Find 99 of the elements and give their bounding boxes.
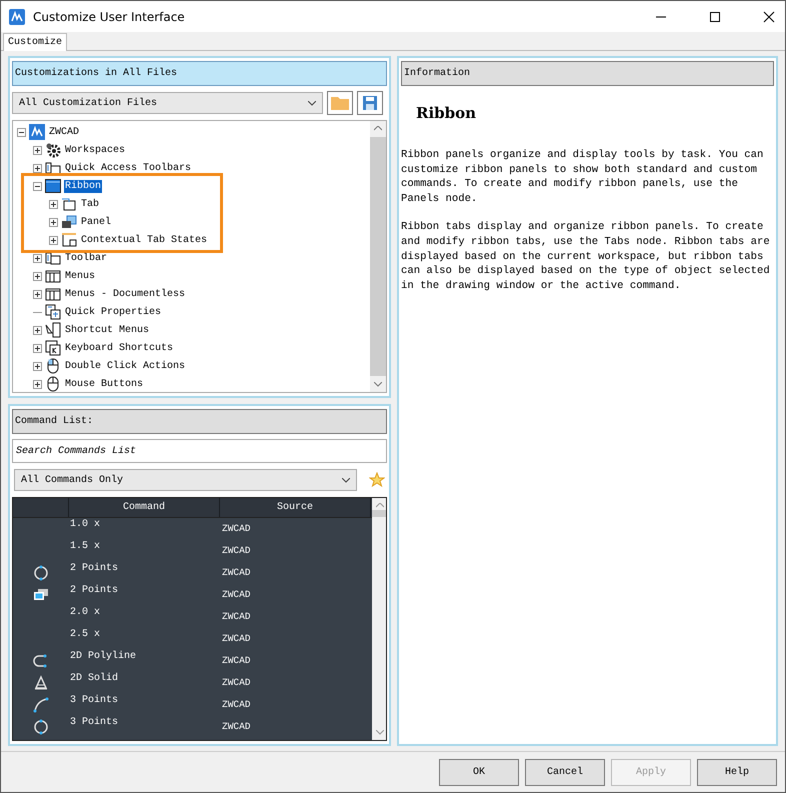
tree-item[interactable]: Menus - Documentless	[64, 288, 186, 300]
expand-icon[interactable]	[33, 272, 42, 280]
tree-item[interactable]: Menus	[64, 270, 96, 282]
tree-item[interactable]: Tab	[80, 198, 100, 210]
list-icon	[45, 304, 61, 320]
close-icon[interactable]	[763, 10, 775, 22]
save-button[interactable]	[357, 91, 383, 115]
tree-item[interactable]: Ribbon	[64, 180, 102, 192]
expand-icon[interactable]	[49, 236, 58, 244]
expand-icon[interactable]	[49, 218, 58, 226]
chevron-icon	[342, 478, 350, 482]
collapse-icon[interactable]	[33, 182, 42, 190]
table-cell-text: ZWCAD	[221, 720, 252, 734]
table-cell-text: ZWCAD	[221, 588, 252, 602]
window-title: Customize User Interface	[33, 10, 185, 24]
circle-icon	[32, 719, 48, 735]
expand-icon[interactable]	[33, 254, 42, 262]
dialog-button[interactable]: Cancel	[525, 758, 605, 786]
customize-tab[interactable]: Customize	[3, 33, 68, 51]
table-cell-text: 1.0 x	[69, 518, 102, 532]
expand-icon[interactable]	[33, 362, 42, 370]
panel-header: Command List:	[12, 409, 387, 434]
collapse-icon[interactable]	[17, 128, 26, 136]
menu-icon	[45, 286, 61, 302]
table-cell-text: ZWCAD	[221, 676, 252, 690]
window-icon	[45, 178, 61, 194]
app-logo-icon	[9, 8, 25, 24]
tree-item[interactable]: Keyboard Shortcuts	[64, 342, 174, 354]
file-dropdown[interactable]: All Customization Files	[12, 92, 323, 114]
info-title: Ribbon	[415, 103, 478, 124]
expand-icon[interactable]	[33, 146, 42, 154]
scrollbar[interactable]	[372, 498, 386, 740]
menu-icon	[45, 268, 61, 284]
table-cell-text: 2 Points	[69, 562, 120, 576]
polyline-icon	[32, 653, 48, 669]
star-icon[interactable]	[369, 472, 385, 488]
circle-icon	[32, 565, 48, 581]
panel-icon	[61, 214, 77, 230]
panel-icon	[61, 232, 77, 248]
table-cell-text: 3 Points	[69, 716, 120, 730]
info-paragraph: Ribbon tabs display and organize ribbon panels. To create and modify ribbon tabs, use the Tabs node. Ribbon tabs are displayed based on the current workspace, but ribbon tabs can also be displayed based on the type of object selected in the drawing window or the active command.	[401, 220, 771, 294]
table-cell-text: 2D Solid	[69, 672, 120, 686]
tree-item[interactable]: Workspaces	[64, 144, 126, 156]
tree-item[interactable]: Panel	[80, 216, 112, 228]
mouse-icon	[45, 376, 61, 392]
tree-item[interactable]: Double Click Actions	[64, 360, 186, 372]
table-cell-text: ZWCAD	[221, 632, 252, 646]
expand-icon[interactable]	[33, 326, 42, 334]
open-folder-button[interactable]	[327, 91, 353, 115]
table-cell-text: 2 Points	[69, 584, 120, 598]
tab-icon	[61, 196, 77, 212]
table-cell-text: ZWCAD	[221, 654, 252, 668]
expand-icon[interactable]	[33, 164, 42, 172]
scroll-down-icon[interactable]	[374, 382, 382, 387]
tree-item[interactable]: Quick Properties	[64, 306, 162, 318]
table-cell-text: ZWCAD	[221, 610, 252, 624]
app-logo-icon	[29, 124, 45, 140]
scroll-up-icon[interactable]	[374, 126, 382, 131]
column-header[interactable]: Command	[69, 498, 220, 517]
gear-icon	[45, 142, 61, 158]
table-cell-text: ZWCAD	[221, 698, 252, 712]
maximize-icon[interactable]	[709, 10, 721, 22]
tree-item[interactable]: Contextual Tab States	[80, 234, 208, 246]
table-cell-text: ZWCAD	[221, 522, 252, 536]
tree-item[interactable]: ZWCAD	[48, 126, 80, 138]
tree-item[interactable]: Quick Access Toolbars	[64, 162, 192, 174]
table-cell-text: 2.5 x	[69, 628, 102, 642]
view-icon	[32, 587, 48, 603]
info-paragraph: Ribbon panels organize and display tools by task. You can customize ribbon panels to show both standard and custom commands. To create and modify ribbon panels, use the Panels node.	[401, 148, 764, 206]
mouse-icon	[45, 358, 61, 374]
folder-icon	[331, 96, 349, 110]
chevron-icon	[308, 100, 316, 106]
expand-icon[interactable]	[33, 290, 42, 298]
dialog-button[interactable]: OK	[439, 758, 519, 786]
search-field[interactable]: Search Commands List	[12, 439, 387, 463]
cursor-icon	[45, 322, 61, 338]
dialog-button[interactable]: Help	[697, 758, 777, 786]
toolbar-icon	[45, 160, 61, 176]
table-cell-text: 1.5 x	[69, 540, 102, 554]
toolbar-icon	[45, 250, 61, 266]
table-cell-text: ZWCAD	[221, 566, 252, 580]
tree-item[interactable]: Toolbar	[64, 252, 108, 264]
expand-icon[interactable]	[33, 380, 42, 388]
key-icon	[45, 340, 61, 356]
scroll-thumb[interactable]	[372, 510, 386, 517]
panel-header: Information	[401, 61, 774, 86]
panel-header: Customizations in All Files	[12, 61, 387, 86]
expand-icon[interactable]	[33, 344, 42, 352]
arc-icon	[32, 697, 48, 713]
table-cell-text: ZWCAD	[221, 544, 252, 558]
filter-dropdown[interactable]: All Commands Only	[14, 469, 357, 491]
expand-icon[interactable]	[49, 200, 58, 208]
column-header[interactable]: Source	[220, 498, 371, 517]
table-cell-text: 3 Points	[69, 694, 120, 708]
table-cell-text: 2D Polyline	[69, 650, 138, 664]
table-cell-text: 2.0 x	[69, 606, 102, 620]
solid-icon	[32, 675, 48, 691]
tree-item[interactable]: Mouse Buttons	[64, 378, 144, 390]
tree-item[interactable]: Shortcut Menus	[64, 324, 150, 336]
